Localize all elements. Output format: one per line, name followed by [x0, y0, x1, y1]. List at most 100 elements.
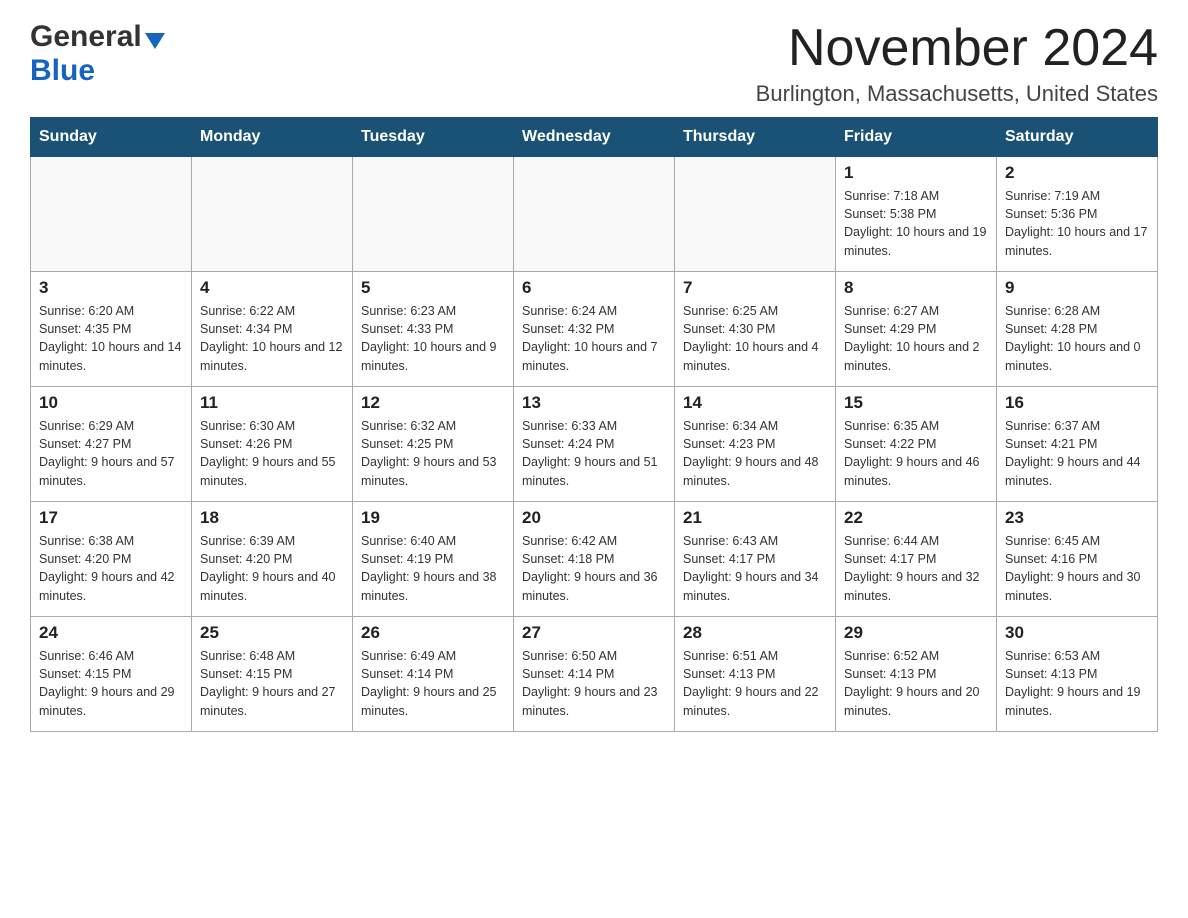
calendar-cell-11: 11Sunrise: 6:30 AMSunset: 4:26 PMDayligh…	[192, 387, 353, 502]
day-number: 27	[522, 623, 666, 643]
day-info: Sunrise: 6:51 AMSunset: 4:13 PMDaylight:…	[683, 647, 827, 720]
day-number: 10	[39, 393, 183, 413]
day-number: 20	[522, 508, 666, 528]
day-number: 15	[844, 393, 988, 413]
day-number: 30	[1005, 623, 1149, 643]
calendar-cell-1: 1 Sunrise: 7:18 AMSunset: 5:38 PMDaylight…	[836, 157, 997, 272]
page-subtitle: Burlington, Massachusetts, United States	[756, 81, 1158, 107]
title-block: November 2024 Burlington, Massachusetts,…	[756, 20, 1158, 107]
day-number: 24	[39, 623, 183, 643]
week-row-2: 3 Sunrise: 6:20 AMSunset: 4:35 PMDaylight…	[31, 272, 1158, 387]
calendar-cell-empty-0-4	[675, 157, 836, 272]
calendar-cell-21: 21Sunrise: 6:43 AMSunset: 4:17 PMDayligh…	[675, 502, 836, 617]
day-info: Sunrise: 6:44 AMSunset: 4:17 PMDaylight:…	[844, 532, 988, 605]
week-row-4: 17 Sunrise: 6:38 AMSunset: 4:20 PMDayligh…	[31, 502, 1158, 617]
calendar-cell-19: 19 Sunrise: 6:40 AMSunset: 4:19 PMDayligh…	[353, 502, 514, 617]
page-header: General Blue November 2024 Burlington, M…	[30, 20, 1158, 107]
day-number: 3	[39, 278, 183, 298]
day-number: 8	[844, 278, 988, 298]
col-header-tuesday: Tuesday	[353, 118, 514, 157]
day-info: Sunrise: 7:19 AMSunset: 5:36 PMDaylight:…	[1005, 187, 1149, 260]
calendar-cell-15: 15 Sunrise: 6:35 AMSunset: 4:22 PMDayligh…	[836, 387, 997, 502]
week-row-1: 1 Sunrise: 7:18 AMSunset: 5:38 PMDaylight…	[31, 157, 1158, 272]
day-info: Sunrise: 6:24 AMSunset: 4:32 PMDaylight:…	[522, 302, 666, 375]
day-info: Sunrise: 6:39 AMSunset: 4:20 PMDaylight:…	[200, 532, 344, 605]
calendar-cell-16: 16Sunrise: 6:37 AMSunset: 4:21 PMDayligh…	[997, 387, 1158, 502]
calendar-cell-2: 2 Sunrise: 7:19 AMSunset: 5:36 PMDaylight…	[997, 157, 1158, 272]
calendar-cell-10: 10Sunrise: 6:29 AMSunset: 4:27 PMDayligh…	[31, 387, 192, 502]
calendar-cell-12: 12 Sunrise: 6:32 AMSunset: 4:25 PMDayligh…	[353, 387, 514, 502]
calendar-cell-27: 27Sunrise: 6:50 AMSunset: 4:14 PMDayligh…	[514, 617, 675, 732]
day-number: 7	[683, 278, 827, 298]
day-number: 17	[39, 508, 183, 528]
day-number: 4	[200, 278, 344, 298]
day-number: 22	[844, 508, 988, 528]
col-header-wednesday: Wednesday	[514, 118, 675, 157]
calendar-cell-26: 26Sunrise: 6:49 AMSunset: 4:14 PMDayligh…	[353, 617, 514, 732]
page-title: November 2024	[756, 20, 1158, 77]
col-header-thursday: Thursday	[675, 118, 836, 157]
calendar-cell-29: 29 Sunrise: 6:52 AMSunset: 4:13 PMDayligh…	[836, 617, 997, 732]
day-info: Sunrise: 6:34 AMSunset: 4:23 PMDaylight:…	[683, 417, 827, 490]
calendar-cell-3: 3 Sunrise: 6:20 AMSunset: 4:35 PMDaylight…	[31, 272, 192, 387]
day-number: 19	[361, 508, 505, 528]
calendar-cell-28: 28 Sunrise: 6:51 AMSunset: 4:13 PMDayligh…	[675, 617, 836, 732]
day-info: Sunrise: 6:30 AMSunset: 4:26 PMDaylight:…	[200, 417, 344, 490]
day-info: Sunrise: 6:37 AMSunset: 4:21 PMDaylight:…	[1005, 417, 1149, 490]
calendar-cell-empty-0-2	[353, 157, 514, 272]
day-info: Sunrise: 6:52 AMSunset: 4:13 PMDaylight:…	[844, 647, 988, 720]
day-info: Sunrise: 6:22 AMSunset: 4:34 PMDaylight:…	[200, 302, 344, 375]
day-number: 1	[844, 163, 988, 183]
logo-triangle-icon	[145, 33, 165, 49]
calendar-cell-8: 8 Sunrise: 6:27 AMSunset: 4:29 PMDaylight…	[836, 272, 997, 387]
day-info: Sunrise: 6:40 AMSunset: 4:19 PMDaylight:…	[361, 532, 505, 605]
day-info: Sunrise: 6:38 AMSunset: 4:20 PMDaylight:…	[39, 532, 183, 605]
day-number: 28	[683, 623, 827, 643]
day-number: 2	[1005, 163, 1149, 183]
day-info: Sunrise: 6:42 AMSunset: 4:18 PMDaylight:…	[522, 532, 666, 605]
day-info: Sunrise: 6:46 AMSunset: 4:15 PMDaylight:…	[39, 647, 183, 720]
logo-general-text: General	[30, 20, 142, 54]
calendar-cell-7: 7 Sunrise: 6:25 AMSunset: 4:30 PMDaylight…	[675, 272, 836, 387]
day-number: 12	[361, 393, 505, 413]
logo-blue-text: Blue	[30, 54, 95, 87]
day-info: Sunrise: 6:48 AMSunset: 4:15 PMDaylight:…	[200, 647, 344, 720]
day-info: Sunrise: 6:35 AMSunset: 4:22 PMDaylight:…	[844, 417, 988, 490]
col-header-friday: Friday	[836, 118, 997, 157]
day-number: 29	[844, 623, 988, 643]
day-info: Sunrise: 6:33 AMSunset: 4:24 PMDaylight:…	[522, 417, 666, 490]
calendar-cell-30: 30 Sunrise: 6:53 AMSunset: 4:13 PMDayligh…	[997, 617, 1158, 732]
calendar-cell-4: 4 Sunrise: 6:22 AMSunset: 4:34 PMDaylight…	[192, 272, 353, 387]
calendar-cell-13: 13 Sunrise: 6:33 AMSunset: 4:24 PMDayligh…	[514, 387, 675, 502]
day-info: Sunrise: 6:20 AMSunset: 4:35 PMDaylight:…	[39, 302, 183, 375]
day-number: 13	[522, 393, 666, 413]
day-number: 26	[361, 623, 505, 643]
calendar-cell-empty-0-0	[31, 157, 192, 272]
day-number: 25	[200, 623, 344, 643]
calendar-cell-18: 18 Sunrise: 6:39 AMSunset: 4:20 PMDayligh…	[192, 502, 353, 617]
calendar-cell-9: 9Sunrise: 6:28 AMSunset: 4:28 PMDaylight…	[997, 272, 1158, 387]
day-info: Sunrise: 6:27 AMSunset: 4:29 PMDaylight:…	[844, 302, 988, 375]
day-number: 5	[361, 278, 505, 298]
calendar-cell-5: 5Sunrise: 6:23 AMSunset: 4:33 PMDaylight…	[353, 272, 514, 387]
day-number: 6	[522, 278, 666, 298]
day-info: Sunrise: 6:28 AMSunset: 4:28 PMDaylight:…	[1005, 302, 1149, 375]
calendar-table: SundayMondayTuesdayWednesdayThursdayFrid…	[30, 117, 1158, 732]
day-info: Sunrise: 6:32 AMSunset: 4:25 PMDaylight:…	[361, 417, 505, 490]
calendar-header-row: SundayMondayTuesdayWednesdayThursdayFrid…	[31, 118, 1158, 157]
day-number: 14	[683, 393, 827, 413]
calendar-cell-14: 14 Sunrise: 6:34 AMSunset: 4:23 PMDayligh…	[675, 387, 836, 502]
calendar-cell-22: 22 Sunrise: 6:44 AMSunset: 4:17 PMDayligh…	[836, 502, 997, 617]
calendar-cell-20: 20 Sunrise: 6:42 AMSunset: 4:18 PMDayligh…	[514, 502, 675, 617]
day-info: Sunrise: 6:45 AMSunset: 4:16 PMDaylight:…	[1005, 532, 1149, 605]
logo-top-row: General	[30, 20, 165, 54]
day-info: Sunrise: 7:18 AMSunset: 5:38 PMDaylight:…	[844, 187, 988, 260]
col-header-monday: Monday	[192, 118, 353, 157]
calendar-cell-empty-0-3	[514, 157, 675, 272]
day-info: Sunrise: 6:25 AMSunset: 4:30 PMDaylight:…	[683, 302, 827, 375]
calendar-cell-25: 25 Sunrise: 6:48 AMSunset: 4:15 PMDayligh…	[192, 617, 353, 732]
day-info: Sunrise: 6:53 AMSunset: 4:13 PMDaylight:…	[1005, 647, 1149, 720]
calendar-cell-17: 17 Sunrise: 6:38 AMSunset: 4:20 PMDayligh…	[31, 502, 192, 617]
logo-bottom-row: Blue	[30, 54, 95, 88]
day-number: 18	[200, 508, 344, 528]
